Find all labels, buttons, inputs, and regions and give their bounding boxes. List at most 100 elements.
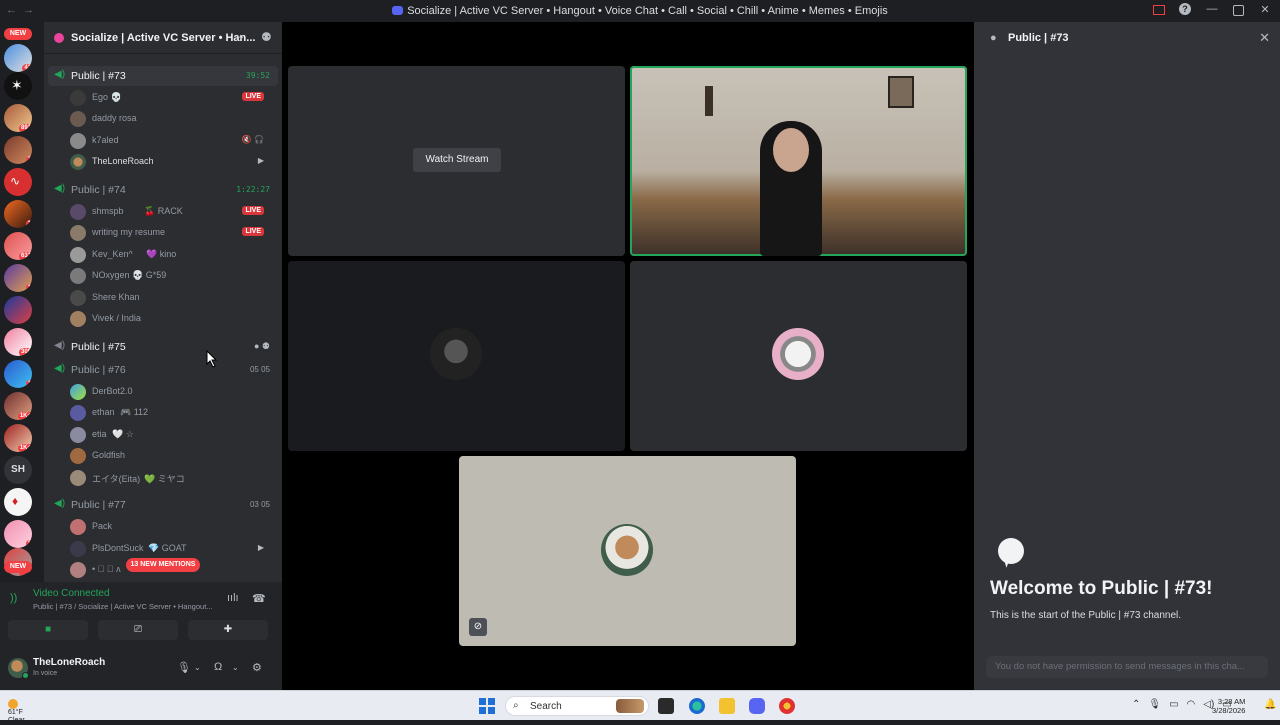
voice-user[interactable]: TheLoneRoach ▶ <box>70 152 274 172</box>
server-icon[interactable]: 1 <box>4 200 32 228</box>
voice-user[interactable]: Shere Khan <box>70 288 274 308</box>
invite-people-icon[interactable]: ⚉ <box>261 30 272 44</box>
minimize-button[interactable]: — <box>1205 3 1219 16</box>
server-icon[interactable]: 309 <box>4 328 32 356</box>
file-explorer-icon[interactable] <box>719 698 735 714</box>
voice-user[interactable]: ethan 🎮 112 <box>70 403 274 423</box>
voice-user[interactable]: NOxygen 💀 G*59 <box>70 266 274 286</box>
settings-gear-icon[interactable]: ⚙ <box>252 661 262 674</box>
user-status: In voice <box>33 670 58 677</box>
microphone-icon[interactable]: 🎙 <box>177 661 191 674</box>
server-icon-text[interactable]: SH <box>4 456 32 484</box>
window-title: Socialize | Active VC Server • Hangout •… <box>0 5 1280 17</box>
disconnect-icon[interactable]: ☎ <box>252 592 266 605</box>
chrome-icon[interactable] <box>779 698 795 714</box>
system-clock[interactable]: 3:28 AM 3/28/2026 <box>1212 697 1245 715</box>
avatar <box>70 541 86 557</box>
chevron-down-icon[interactable]: ⌄ <box>194 663 201 672</box>
chevron-up-icon[interactable]: ⌃ <box>1132 699 1140 710</box>
screen-share-button[interactable]: ⎚ <box>98 620 178 640</box>
headphones-icon[interactable]: Ω <box>214 661 222 673</box>
avatar <box>70 111 86 127</box>
voice-channel-77[interactable]: ◀) Public | #77 03 05 <box>48 495 278 515</box>
participant-avatar <box>601 524 653 576</box>
user-name[interactable]: TheLoneRoach <box>33 657 105 668</box>
network-icon[interactable]: ▭ <box>1169 699 1178 710</box>
online-status-icon <box>22 672 29 679</box>
new-mentions-pill[interactable]: 13 NEW MENTIONS <box>126 558 200 572</box>
chevron-down-icon[interactable]: ⌄ <box>237 31 245 42</box>
server-icon[interactable]: 1 <box>4 264 32 292</box>
voice-channel-73[interactable]: ◀) Public | #73 39:52 <box>48 66 278 86</box>
discord-icon[interactable] <box>749 698 765 714</box>
voice-user[interactable]: writing my resume LIVE <box>70 223 274 243</box>
voice-user[interactable]: Ego 💀 LIVE <box>70 88 274 108</box>
server-icon[interactable]: ∿ <box>4 168 32 196</box>
activities-button[interactable]: ✚ <box>188 620 268 640</box>
inbox-icon[interactable] <box>1153 5 1165 15</box>
avatar <box>70 268 86 284</box>
voice-channel-75[interactable]: ◀) Public | #75 ● ⚉ <box>48 337 278 357</box>
weather-widget[interactable]: 61°F Clear <box>8 698 25 725</box>
server-icon[interactable]: ✶ <box>4 72 32 100</box>
voice-channel-74[interactable]: ◀) Public | #74 1:22:27 <box>48 180 278 200</box>
server-icon[interactable]: ♦ <box>4 488 32 516</box>
close-window-button[interactable]: ✕ <box>1258 3 1272 16</box>
voice-user[interactable]: daddy rosa <box>70 109 274 129</box>
server-icon[interactable]: 7 <box>4 136 32 164</box>
server-icon[interactable]: 891 <box>4 104 32 132</box>
windows-taskbar: 61°F Clear ⌕ Search ⌃ 🎙 ▭ ◠ ◁) ▭ 3:28 AM… <box>0 690 1280 724</box>
watch-stream-button[interactable]: Watch Stream <box>413 148 501 172</box>
voice-user[interactable]: エイタ(Eita) 💚 ミヤコ <box>70 468 274 488</box>
chevron-down-icon[interactable]: ⌄ <box>232 663 239 672</box>
server-header[interactable]: Socialize | Active VC Server • Han... ⌄ … <box>44 22 282 54</box>
edge-icon[interactable] <box>689 698 705 714</box>
noise-suppression-icon[interactable]: ıılı <box>227 592 239 604</box>
voice-status[interactable]: Video Connected <box>33 588 110 599</box>
video-tile-speaking[interactable] <box>630 66 967 256</box>
microphone-tray-icon[interactable]: 🎙 <box>1148 699 1161 710</box>
close-icon[interactable]: ✕ <box>1259 30 1270 46</box>
mouse-cursor-icon <box>206 350 218 368</box>
voice-location[interactable]: Public | #73 / Socialize | Active VC Ser… <box>33 602 218 611</box>
avatar <box>70 290 86 306</box>
voice-user[interactable]: Goldfish <box>70 446 274 466</box>
voice-user[interactable]: DerBot2.0 <box>70 382 274 402</box>
server-icon[interactable]: 42 <box>4 44 32 72</box>
video-tile[interactable] <box>630 261 967 451</box>
avatar <box>70 133 86 149</box>
voice-user[interactable]: Pack <box>70 517 274 537</box>
server-icon[interactable]: 631 <box>4 232 32 260</box>
muted-deafened-icons: 🔇 🎧 <box>241 135 264 144</box>
server-icon[interactable]: 1 <box>4 360 32 388</box>
camera-button[interactable]: ■ <box>8 620 88 640</box>
start-button[interactable] <box>479 698 495 714</box>
maximize-button[interactable] <box>1233 5 1244 16</box>
voice-channel-76[interactable]: ◀) Public | #76 05 05 <box>48 360 278 380</box>
voice-user[interactable]: Vivek / India <box>70 309 274 329</box>
chat-invite-icons[interactable]: ● ⚉ <box>254 341 270 352</box>
server-icon[interactable]: 3 <box>4 520 32 548</box>
voice-user[interactable]: etia 🤍 ☆ <box>70 425 274 445</box>
server-icon[interactable]: 1K+ <box>4 424 32 452</box>
help-icon[interactable]: ? <box>1179 3 1191 15</box>
title-bar: ← → Socialize | Active VC Server • Hango… <box>0 0 1280 22</box>
avatar <box>70 405 86 421</box>
stream-tile[interactable]: Watch Stream <box>288 66 625 256</box>
taskbar-search[interactable]: ⌕ Search <box>505 696 649 716</box>
signal-icon[interactable]: )) <box>10 592 17 604</box>
voice-user[interactable]: shmspb 🍒 RACK LIVE <box>70 202 274 222</box>
notification-bell-icon[interactable]: 🔔 <box>1264 699 1276 710</box>
video-tile-self[interactable]: ⊘ <box>459 456 796 646</box>
voice-user[interactable]: PlsDontSuck 💎 GOAT ▶ <box>70 539 274 559</box>
server-icon[interactable] <box>4 296 32 324</box>
speaker-icon: ◀) <box>54 363 66 374</box>
voice-user[interactable]: k7aled 🔇 🎧 <box>70 131 274 151</box>
video-tile[interactable] <box>288 261 625 451</box>
participant-face <box>773 128 809 172</box>
task-view-icon[interactable] <box>658 698 674 714</box>
wifi-icon[interactable]: ◠ <box>1187 699 1196 710</box>
voice-user[interactable]: Kev_Ken^ 💜 kino <box>70 245 274 265</box>
server-icon[interactable]: 1K+ <box>4 392 32 420</box>
new-badge: NEW <box>4 561 32 573</box>
